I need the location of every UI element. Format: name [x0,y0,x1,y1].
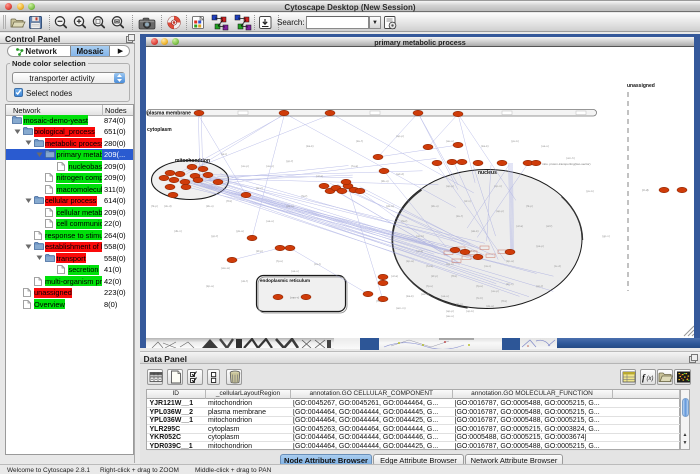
svg-text:(uu-p): (uu-p) [241,164,249,168]
svg-text:(kf-p): (kf-p) [256,249,263,253]
svg-text:(fp-u): (fp-u) [426,284,433,288]
svg-text:(uf-a): (uf-a) [516,224,523,228]
svg-text:(ka-k): (ka-k) [406,294,414,298]
svg-text:(ad-d): (ad-d) [396,172,404,176]
svg-text:(ss-l): (ss-l) [314,262,321,266]
svg-text:(fp-u): (fp-u) [476,284,483,288]
svg-text:(au-u): (au-u) [446,139,454,143]
svg-text:cytoplasm: cytoplasm [147,127,172,133]
svg-text:(kn-x): (kn-x) [506,282,514,286]
svg-text:(ku-f): (ku-f) [456,214,463,218]
svg-text:(uf-a): (uf-a) [416,249,423,253]
svg-text:(sf-x): (sf-x) [464,199,471,203]
svg-text:(fp-u): (fp-u) [276,259,283,263]
svg-text:(fk-p): (fk-p) [151,204,158,208]
svg-text:(ap-p): (ap-p) [496,209,504,213]
svg-text:(kr-c): (kr-c) [256,186,263,190]
svg-text:(um-h): (um-h) [566,156,575,160]
svg-text:(fc-h): (fc-h) [476,296,483,300]
svg-text:(ua-u): (ua-u) [291,269,299,273]
svg-text:(dk-n): (dk-n) [174,229,182,233]
svg-text:(fu-a): (fu-a) [351,164,358,168]
svg-text:(ak-k): (ak-k) [471,229,479,233]
svg-text:(ka-k): (ka-k) [481,144,489,148]
svg-text:(ff-k): (ff-k) [451,274,457,278]
svg-text:(mm-r): (mm-r) [290,296,299,300]
svg-text:(kp-a): (kp-a) [406,259,414,263]
svg-text:(ua-u): (ua-u) [541,144,549,148]
svg-text:(sk-d): (sk-d) [164,204,172,208]
svg-text:(ki-s): (ki-s) [456,302,463,306]
svg-text:(uk-f): (uk-f) [241,279,248,283]
svg-text:(up-k): (up-k) [466,309,474,313]
svg-text:(ap-p): (ap-p) [446,309,454,313]
svg-text:(kk-u): (kk-u) [431,204,439,208]
svg-text:(pk-a): (pk-a) [286,204,294,208]
svg-text:mito. proton-transporting(two-: mito. proton-transporting(two-sector) [542,162,591,166]
svg-text:(fa-f): (fa-f) [401,219,407,223]
svg-text:plasma membrane: plasma membrane [147,111,191,117]
svg-text:(up-k): (up-k) [416,234,424,238]
svg-text:(pp-f): (pp-f) [286,159,293,163]
svg-text:(pk-a): (pk-a) [236,229,244,233]
svg-text:(ff-k): (ff-k) [501,299,507,303]
svg-text:(ku-f): (ku-f) [356,139,363,143]
svg-text:(fk-p): (fk-p) [526,204,533,208]
svg-text:(pu-k): (pu-k) [586,189,594,193]
svg-text:(pp-f): (pp-f) [536,284,543,288]
svg-text:(pk-a): (pk-a) [486,304,494,308]
svg-text:(fa-f): (fa-f) [301,194,307,198]
svg-text:(kp-a): (kp-a) [506,259,514,263]
svg-text:unassigned: unassigned [627,83,655,89]
svg-text:(nu-i): (nu-i) [484,264,491,268]
svg-text:(kk-u): (kk-u) [206,204,214,208]
svg-text:(pp-f): (pp-f) [211,234,218,238]
svg-text:(x): (x) [646,376,653,382]
svg-text:(aw-w): (aw-w) [221,266,230,270]
svg-text:(ap-p): (ap-p) [446,184,454,188]
svg-text:(ua-u): (ua-u) [441,294,449,298]
svg-text:endoplasmic reticulum: endoplasmic reticulum [260,278,310,283]
svg-text:(kf-p): (kf-p) [431,274,438,278]
svg-text:(ua-u): (ua-u) [266,219,274,223]
svg-text:(uf-a): (uf-a) [316,174,323,178]
svg-text:(ai-i): (ai-i) [221,152,227,156]
svg-text:(uu-p): (uu-p) [266,164,274,168]
svg-text:(iu-d): (iu-d) [554,264,561,268]
svg-text:(pu-k): (pu-k) [511,139,519,143]
svg-text:(gp-v): (gp-v) [602,234,610,238]
svg-text:(uf-a): (uf-a) [391,274,398,278]
svg-text:(kp-a): (kp-a) [206,284,214,288]
svg-text:(ap-p): (ap-p) [396,134,404,138]
svg-text:(fu-a): (fu-a) [426,264,433,268]
svg-text:(uu-p): (uu-p) [491,289,499,293]
svg-text:(ka-k): (ka-k) [306,144,314,148]
svg-text:(pa-p): (pa-p) [536,244,544,248]
svg-text:(pk-a): (pk-a) [386,204,394,208]
svg-text:(ax-x): (ax-x) [421,292,429,296]
svg-text:(au-u): (au-u) [446,314,454,318]
svg-text:(tr-d): (tr-d) [642,188,649,192]
svg-text:(am-m): (am-m) [396,306,406,310]
svg-text:f: f [642,373,646,383]
svg-text:(af-f): (af-f) [546,224,552,228]
svg-text:(ff-k): (ff-k) [226,199,232,203]
svg-text:(xp-n): (xp-n) [494,184,502,188]
svg-text:(kk-u): (kk-u) [381,179,389,183]
svg-text:nucleus: nucleus [478,170,497,176]
